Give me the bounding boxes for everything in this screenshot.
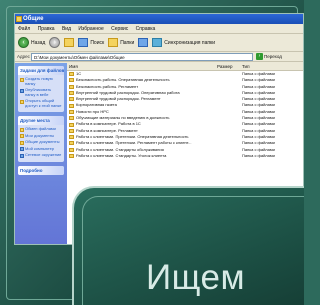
folder-icon [20,134,24,138]
column-header-size[interactable]: Размер [217,63,239,70]
file-list-header: Имя Размер Тип [67,63,303,71]
folder-icon [20,140,24,145]
folder-icon [69,141,74,146]
share-folder-icon [20,99,24,104]
file-rows: 1С Папка с файлами Безопасность работы. Оп… [67,71,303,159]
folder-icon [69,116,74,121]
folder-icon [69,84,74,89]
web-publish-icon [20,88,24,93]
places-panel-title[interactable]: Другие места [18,116,64,125]
menu-tools[interactable]: Сервис [111,26,128,32]
table-row[interactable]: Работа с клиентами. Стандарты. Уголок кл… [67,153,303,159]
details-panel: Подробно [18,165,64,175]
folder-icon [69,103,74,108]
file-size [217,153,239,159]
task-publish-web[interactable]: Опубликовать папку в вебе [20,87,62,97]
back-button[interactable]: ‹ Назад [18,37,45,48]
slide-caption: Ищем [146,258,246,297]
window-titlebar[interactable]: Общие [15,14,303,24]
file-name: Работа с клиентами. Стандарты. Уголок кл… [76,152,167,158]
place-my-documents[interactable]: Мои документы [20,133,62,138]
menubar: Файл Правка Вид Избранное Сервис Справка [15,24,303,34]
file-type: Папка с файлами [242,152,275,158]
folder-icon [69,135,74,140]
back-arrow-icon: ‹ [18,37,29,48]
place-file-exchange[interactable]: Обмен файлами [20,126,62,132]
folder-icon [69,109,74,114]
column-header-name[interactable]: Имя [67,63,217,70]
places-panel: Другие места Обмен файлами Мои документы… [18,116,64,162]
folder-icon [69,91,74,96]
place-network[interactable]: Сетевое окружение [20,152,62,158]
address-field[interactable]: D:\Мои документы\Обмен файлами\Общие [31,52,253,61]
forward-button[interactable]: › [49,37,61,48]
folder-icon [69,154,74,158]
folder-icon [69,97,74,102]
search-icon [78,38,89,47]
search-button[interactable]: Поиск [78,38,104,47]
menu-file[interactable]: Файл [18,26,30,32]
task-new-folder[interactable]: Создать новую папку [20,76,62,86]
folders-button[interactable]: Папки [108,38,134,47]
up-folder-button[interactable] [64,38,75,47]
menu-edit[interactable]: Правка [38,26,55,32]
task-share-folder[interactable]: Открыть общий доступ к этой папке [20,98,62,108]
address-bar: Адрес D:\Мои документы\Обмен файлами\Общ… [15,52,303,62]
views-button[interactable] [138,38,149,47]
menu-view[interactable]: Вид [62,26,71,32]
tasks-panel-title[interactable]: Задачи для файлов и папок [18,66,64,75]
go-button[interactable]: › Переход [256,53,282,60]
place-my-computer[interactable]: Мой компьютер [20,146,62,151]
menu-help[interactable]: Справка [136,26,156,32]
sync-button[interactable]: Синхронизация папки [152,38,215,47]
folders-icon [108,38,119,47]
network-icon [20,153,24,158]
new-folder-icon [20,77,24,82]
folder-icon [69,78,74,83]
computer-icon [20,147,24,151]
address-label: Адрес [17,54,30,59]
toolbar: ‹ Назад › Поиск Папки Синхронизация папк… [15,34,303,52]
place-shared-documents[interactable]: Общие документы [20,139,62,145]
folder-icon [69,147,74,152]
menu-favorites[interactable]: Избранное [78,26,103,32]
sync-icon [152,38,163,47]
window-title: Общие [23,16,44,22]
column-header-type[interactable]: Тип [239,63,303,70]
folder-icon [69,72,74,77]
tasks-panel: Задачи для файлов и папок Создать новую … [18,66,64,112]
task-pane: Задачи для файлов и папок Создать новую … [15,63,67,244]
go-arrow-icon: › [256,53,263,60]
folder-icon [69,128,74,133]
folder-icon [20,127,24,132]
details-panel-title[interactable]: Подробно [18,165,64,175]
folder-icon [69,122,74,127]
folder-icon [16,16,22,22]
